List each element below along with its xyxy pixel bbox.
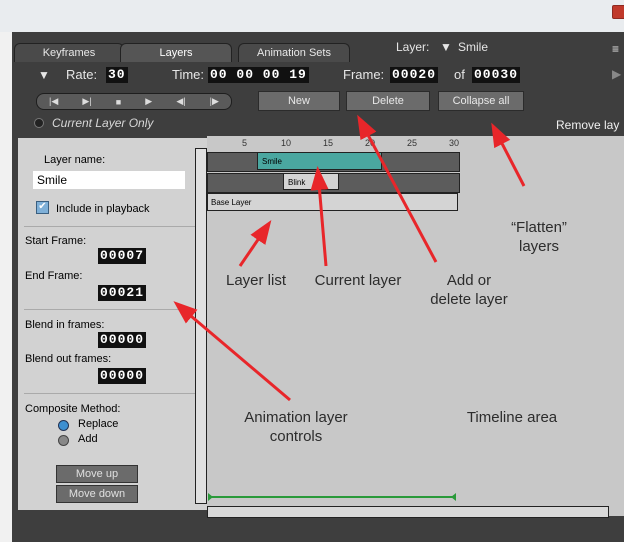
annotation-text: Add or: [446, 272, 492, 289]
annotation-text: Animation layer: [244, 409, 348, 426]
range-end-marker: [451, 493, 456, 501]
range-start-marker: [208, 493, 213, 501]
annotation-layer-controls: Animation layer controls: [226, 408, 366, 446]
annotation-current-layer: Current layer: [314, 272, 402, 289]
annotation-text: controls: [269, 428, 323, 445]
annotation-add-delete: Add or delete layer: [418, 271, 520, 309]
annotation-text: delete layer: [430, 291, 508, 308]
arrow-add-delete: [357, 114, 438, 263]
arrow-current-layer: [310, 166, 329, 267]
annotation-layer-list: Layer list: [225, 272, 287, 289]
arrow-layer-list: [238, 220, 272, 267]
annotation-text: layers: [518, 238, 559, 255]
arrow-flatten: [491, 122, 526, 187]
annotation-timeline-area: Timeline area: [466, 409, 558, 426]
arrow-layer-controls: [173, 301, 291, 402]
annotation-flatten: “Flatten” layers: [494, 218, 584, 256]
annotation-text: “Flatten”: [511, 219, 567, 236]
